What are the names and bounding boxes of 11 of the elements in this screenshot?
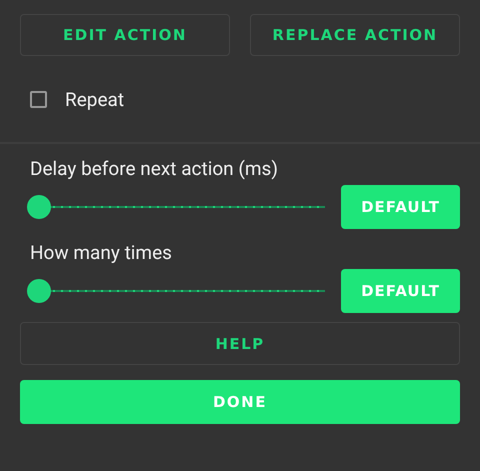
repeat-checkbox[interactable]	[30, 90, 47, 108]
slider-thumb[interactable]	[27, 279, 51, 303]
action-button[interactable]: REPLACE ACTION	[250, 14, 460, 56]
slider-track[interactable]	[27, 195, 325, 219]
action-button[interactable]: EDIT ACTION	[20, 14, 230, 56]
slider-label: Delay before next action (ms)	[29, 156, 279, 182]
slider-track[interactable]	[27, 279, 325, 303]
slider-thumb[interactable]	[27, 195, 51, 219]
help-button[interactable]: HELP	[20, 322, 460, 365]
slider-label: How many times	[29, 240, 173, 266]
repeat-label: Repeat	[65, 88, 124, 110]
